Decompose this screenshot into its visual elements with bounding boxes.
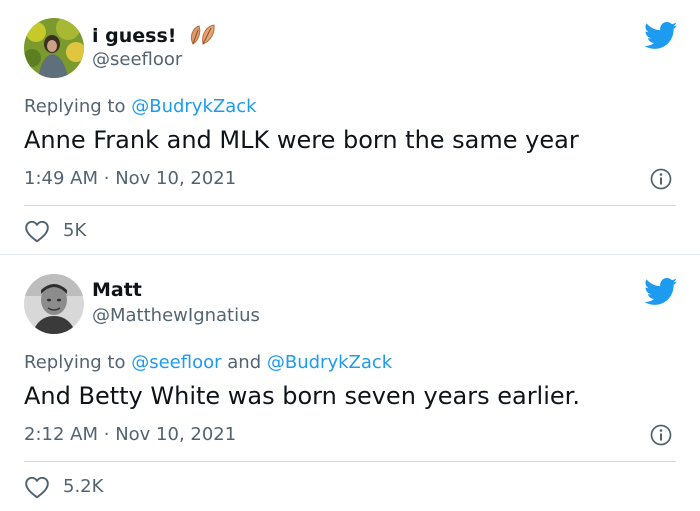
info-icon[interactable] <box>650 168 672 190</box>
tweet-time: 2:12 AM <box>24 424 98 445</box>
reply-joiner: and <box>227 352 262 373</box>
divider <box>24 461 676 462</box>
divider <box>24 205 676 206</box>
avatar[interactable] <box>24 274 84 334</box>
display-name[interactable]: Matt <box>92 278 142 302</box>
user-handle[interactable]: @MatthewIgnatius <box>92 304 260 328</box>
reply-mention-link[interactable]: @BudrykZack <box>267 352 392 373</box>
timestamp-separator: · <box>103 424 110 445</box>
tweet-date: Nov 10, 2021 <box>115 168 237 189</box>
timestamp-link[interactable]: 1:49 AM · Nov 10, 2021 <box>24 166 236 192</box>
tweet-text: Anne Frank and MLK were born the same ye… <box>24 126 579 154</box>
leaves-icon <box>187 22 217 52</box>
avatar-image <box>24 274 84 334</box>
twitter-bird-icon[interactable] <box>644 22 678 50</box>
avatar[interactable] <box>24 18 84 78</box>
reply-prefix: Replying to <box>24 96 126 117</box>
twitter-bird-icon[interactable] <box>644 278 678 306</box>
tweet-date: Nov 10, 2021 <box>115 424 237 445</box>
tweet-card[interactable]: i guess! @seefloor Replying to @BudrykZa… <box>0 0 700 255</box>
reply-mention-link[interactable]: @BudrykZack <box>131 96 256 117</box>
reply-mention-link[interactable]: @seefloor <box>131 352 221 373</box>
like-count: 5.2K <box>63 476 104 497</box>
avatar-image <box>24 18 84 78</box>
display-name-text: i guess! <box>92 25 177 47</box>
like-button[interactable]: 5K <box>24 218 86 244</box>
tweet-card[interactable]: Matt @MatthewIgnatius Replying to @seefl… <box>0 256 700 511</box>
reply-context: Replying to @BudrykZack <box>24 94 257 120</box>
timestamp-separator: · <box>103 168 110 189</box>
user-handle[interactable]: @seefloor <box>92 48 182 72</box>
heart-icon <box>25 476 49 499</box>
tweet-text: And Betty White was born seven years ear… <box>24 382 580 410</box>
info-icon[interactable] <box>650 424 672 446</box>
display-name-text: Matt <box>92 279 142 301</box>
heart-icon <box>25 220 49 243</box>
like-button[interactable]: 5.2K <box>24 474 103 500</box>
reply-context: Replying to @seefloor and @BudrykZack <box>24 350 392 376</box>
like-count: 5K <box>63 220 87 241</box>
tweet-time: 1:49 AM <box>24 168 98 189</box>
reply-prefix: Replying to <box>24 352 126 373</box>
timestamp-link[interactable]: 2:12 AM · Nov 10, 2021 <box>24 422 236 448</box>
